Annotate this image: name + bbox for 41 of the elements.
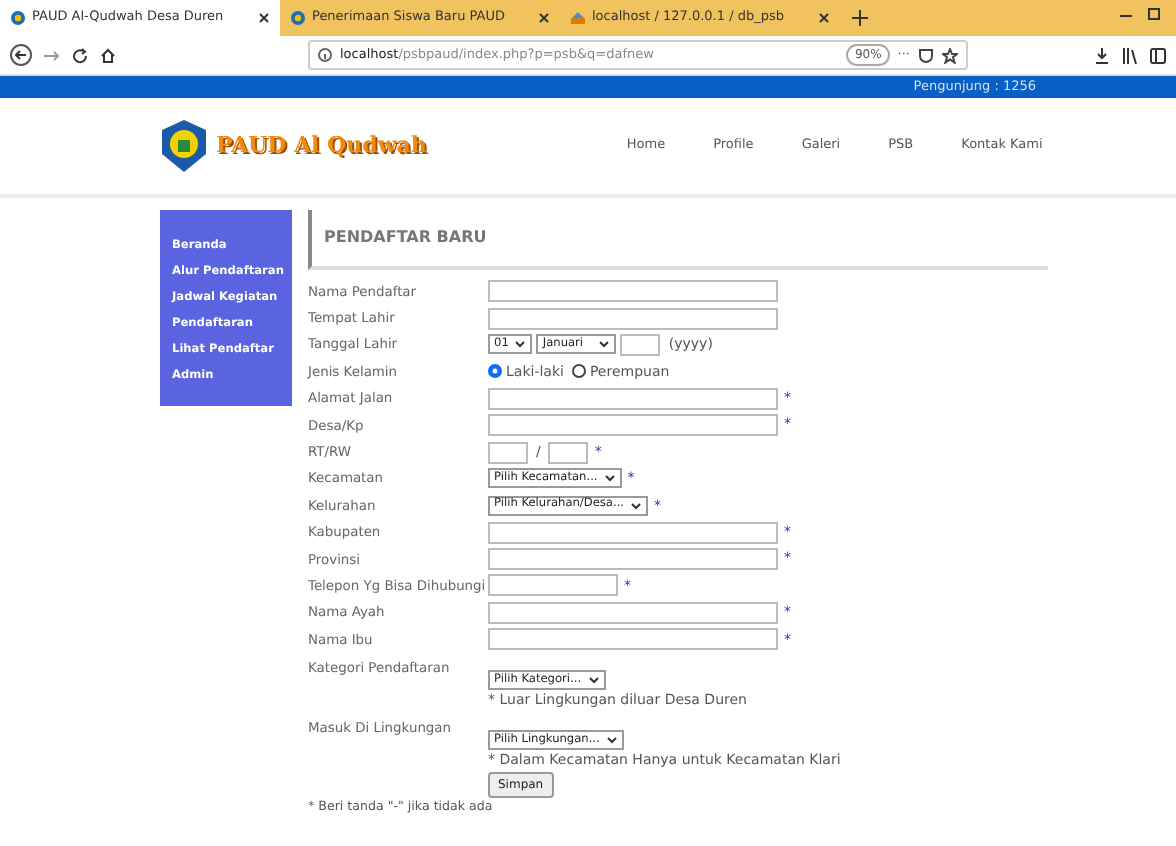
library-icon[interactable] <box>1122 47 1138 63</box>
rt-input[interactable] <box>488 441 528 464</box>
text-input[interactable] <box>488 521 778 544</box>
close-icon[interactable] <box>818 12 830 24</box>
text-input[interactable] <box>488 280 778 303</box>
text-input[interactable] <box>488 414 778 437</box>
caret-icon <box>598 338 611 351</box>
shield-icon[interactable] <box>918 47 934 63</box>
caret-icon <box>630 499 642 512</box>
caret-icon <box>587 674 600 687</box>
caret-icon <box>603 472 616 485</box>
text-input[interactable] <box>488 628 778 651</box>
star-icon[interactable] <box>942 47 958 63</box>
forward-icon[interactable] <box>44 47 60 63</box>
text-input[interactable] <box>488 601 778 624</box>
form-heading: PENDAFTAR BARU <box>308 210 1048 270</box>
caret-icon <box>605 733 618 746</box>
database-icon <box>570 10 586 26</box>
info-icon <box>318 48 332 62</box>
text-input[interactable] <box>488 387 778 410</box>
caret-icon <box>514 338 527 351</box>
text-input[interactable] <box>488 307 778 330</box>
text-input[interactable] <box>488 548 778 571</box>
close-icon[interactable] <box>538 12 550 24</box>
back-icon[interactable] <box>10 44 32 66</box>
close-icon[interactable] <box>258 12 270 24</box>
home-icon[interactable] <box>100 47 116 63</box>
reload-icon[interactable] <box>72 47 88 63</box>
site-title: PAUD Al Qudwah <box>216 129 427 162</box>
globe-icon <box>10 10 26 26</box>
rw-input[interactable] <box>548 441 589 464</box>
school-logo-icon <box>160 118 208 174</box>
radio-button[interactable] <box>571 364 586 379</box>
year-input[interactable] <box>620 333 661 356</box>
radio-button[interactable] <box>488 364 502 379</box>
maximize-icon[interactable] <box>1148 8 1160 20</box>
sidebar-icon[interactable] <box>1150 47 1166 63</box>
text-input[interactable] <box>488 574 618 597</box>
download-icon[interactable] <box>1094 47 1110 63</box>
plus-icon[interactable] <box>852 10 868 26</box>
globe-icon <box>290 10 306 26</box>
